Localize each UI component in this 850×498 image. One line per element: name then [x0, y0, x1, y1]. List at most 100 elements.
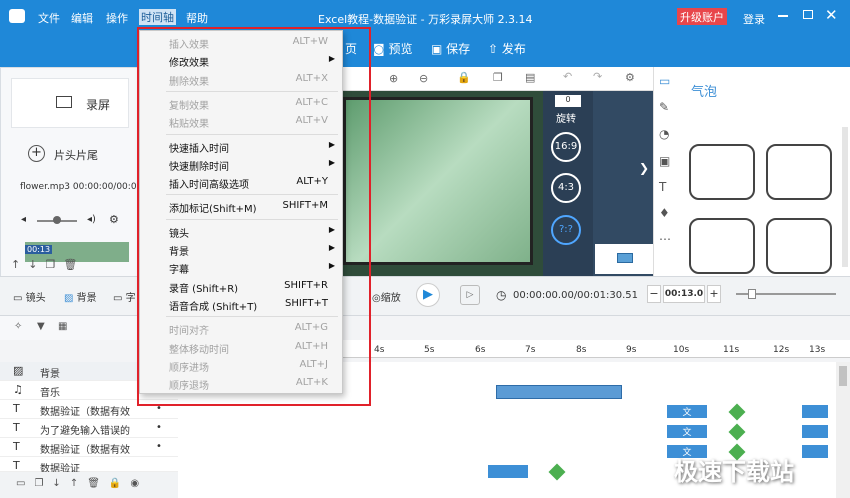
audio-clip[interactable]	[496, 385, 622, 399]
text-icon[interactable]: T	[659, 180, 666, 194]
mini-preview[interactable]	[595, 244, 653, 274]
menu-operation[interactable]: 操作	[106, 10, 128, 26]
scrollbar-thumb[interactable]	[839, 366, 847, 386]
volume-thumb[interactable]	[53, 216, 61, 224]
publish-button[interactable]: ⇧ 发布	[488, 40, 526, 57]
shapes-icon[interactable]: ◔	[659, 127, 669, 141]
undo-icon[interactable]: ↶	[563, 70, 572, 83]
main-toolbar: 页 ◙ 预览 ▣ 保存 ⇧ 发布	[0, 33, 850, 67]
menu-help[interactable]: 帮助	[186, 10, 208, 26]
close-icon[interactable]: ✕	[825, 6, 838, 24]
bubble-item[interactable]	[766, 218, 832, 274]
paste-icon[interactable]: ▤	[525, 71, 535, 84]
delete-icon[interactable]: 🗑	[87, 478, 109, 489]
pen-icon[interactable]: ✎	[659, 100, 669, 114]
gear-icon[interactable]: ⚙	[109, 213, 119, 226]
canvas-stage[interactable]	[343, 91, 543, 276]
copy-track-icon[interactable]: ❐	[34, 478, 52, 489]
media-file-label: flower.mp3 00:00:00/00:01:	[20, 182, 138, 192]
bubble-panel: 气泡	[677, 67, 850, 276]
end-clip[interactable]	[802, 425, 828, 438]
text-track-icon: T	[13, 440, 20, 453]
bubble-item[interactable]	[689, 218, 755, 274]
select-icon[interactable]: ▦	[58, 321, 67, 332]
add-effect-icon[interactable]	[728, 423, 746, 441]
maximize-icon[interactable]	[803, 10, 813, 19]
zoom-in-icon[interactable]: ⊕	[389, 72, 398, 85]
timeline-scrollbar[interactable]	[836, 362, 850, 498]
text-clip[interactable]: 文	[667, 405, 707, 418]
bubble-icon[interactable]: ▭	[659, 74, 670, 88]
upgrade-button[interactable]: 升级账户	[677, 8, 727, 25]
track-row[interactable]: T 数据验证	[0, 457, 178, 475]
zoom-out-icon[interactable]: ⊖	[419, 72, 428, 85]
duration-minus[interactable]: −	[647, 285, 661, 303]
eye-icon[interactable]: ◉	[130, 478, 148, 489]
filter-icon[interactable]: ▼	[37, 321, 45, 332]
folder-icon[interactable]: ▭	[16, 478, 34, 489]
preview-button[interactable]: ◙ 预览	[373, 40, 413, 57]
arrow-down-icon[interactable]: ↓	[28, 258, 45, 271]
down-icon[interactable]: ↓	[52, 478, 69, 489]
add-effect-icon[interactable]	[548, 463, 566, 481]
volume-down-icon: ◂	[21, 214, 27, 225]
ratio-4-3-button[interactable]: 4:3	[551, 173, 581, 203]
track-row[interactable]: T 为了避免输入错误的 •	[0, 419, 178, 438]
duration-field[interactable]: 00:13.0	[663, 285, 705, 303]
menu-file[interactable]: 文件	[38, 10, 60, 26]
track-label: 数据验证（数据有效	[40, 407, 130, 418]
visibility-dot[interactable]: •	[156, 422, 162, 433]
trash-icon[interactable]: 🗑	[63, 258, 85, 271]
ratio-custom-button[interactable]: ?:?	[551, 215, 581, 245]
arrow-up-icon[interactable]: ↑	[11, 258, 28, 271]
save-button[interactable]: ▣ 保存	[431, 40, 470, 57]
background-tab[interactable]: ▨ 背景	[64, 289, 97, 304]
step-button[interactable]: ▷	[460, 285, 480, 305]
volume-slider[interactable]: ◂ ◂) ⚙	[21, 213, 119, 230]
text-track-icon: T	[13, 402, 20, 415]
subtitle-tab[interactable]: ▭ 字	[113, 289, 136, 304]
add-effect-icon[interactable]	[728, 403, 746, 421]
text-track-icon: T	[13, 421, 20, 434]
move-icon[interactable]: ✧	[14, 321, 22, 332]
play-button[interactable]: ▶	[416, 283, 440, 307]
settings-icon[interactable]: ⚙	[625, 71, 635, 84]
copy-canvas-icon[interactable]: ❐	[493, 71, 503, 84]
lock-icon[interactable]: 🔒	[457, 71, 471, 84]
record-label: 录屏	[86, 98, 111, 112]
end-clip[interactable]	[802, 445, 828, 458]
minimize-icon[interactable]	[778, 15, 788, 17]
image-icon[interactable]: ▣	[659, 154, 670, 168]
menu-timeline[interactable]: 时间轴	[139, 9, 176, 25]
scale-button[interactable]: ◎缩放	[372, 289, 401, 304]
visibility-dot[interactable]: •	[156, 441, 162, 452]
ratio-16-9-button[interactable]: 16:9	[551, 132, 581, 162]
timeline-ruler[interactable]: 4s 5s 6s 7s 8s 9s 10s 11s 12s 13s	[343, 340, 850, 358]
lens-tab[interactable]: ▭ 镜头	[13, 289, 46, 304]
bubble-item[interactable]	[689, 144, 755, 200]
intro-outro-button[interactable]: + 片头片尾	[11, 140, 121, 172]
panel-scrollbar[interactable]	[842, 127, 848, 267]
canvas-right-strip: ❯	[593, 91, 653, 276]
redo-icon[interactable]: ↷	[593, 70, 602, 83]
record-button[interactable]: 录屏	[11, 78, 129, 128]
timeline-zoom-thumb[interactable]	[748, 289, 756, 299]
up-icon[interactable]: ↑	[70, 478, 87, 489]
bubble-item[interactable]	[766, 144, 832, 200]
rotate-counter[interactable]: 0	[555, 95, 581, 107]
drop-icon[interactable]: ♦	[659, 206, 670, 220]
expand-panel-icon[interactable]: ❯	[639, 161, 649, 175]
track-row[interactable]: T 数据验证（数据有效 •	[0, 438, 178, 457]
more-icon[interactable]: ⋯	[659, 232, 671, 246]
text-clip[interactable]: 文	[667, 425, 707, 438]
login-link[interactable]: 登录	[743, 11, 765, 27]
text-clip[interactable]	[488, 465, 528, 478]
menu-edit[interactable]: 编辑	[71, 10, 93, 26]
background-label: 背景	[76, 293, 97, 304]
copy-icon[interactable]: ❐	[45, 258, 63, 271]
lock-track-icon[interactable]: 🔒	[109, 478, 130, 489]
save-label: 保存	[446, 42, 471, 56]
duration-plus[interactable]: +	[707, 285, 721, 303]
track-label: 数据验证（数据有效	[40, 445, 130, 456]
end-clip[interactable]	[802, 405, 828, 418]
